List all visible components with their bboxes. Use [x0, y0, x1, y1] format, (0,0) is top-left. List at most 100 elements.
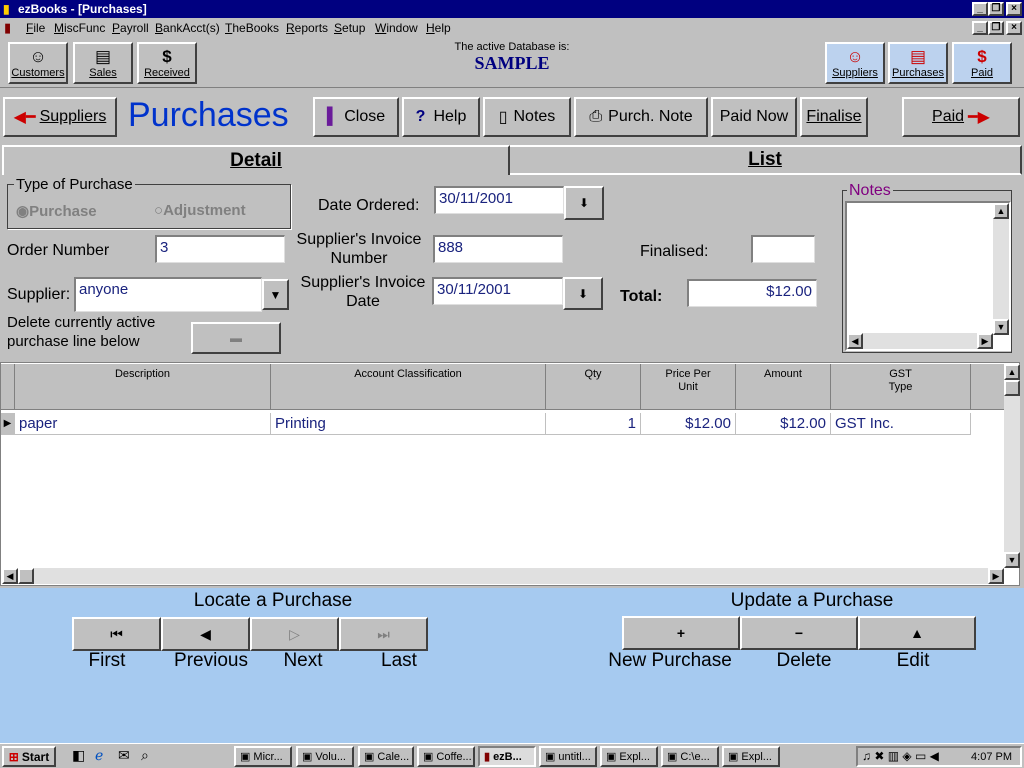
previous-record-button[interactable]: ◀ — [161, 617, 250, 651]
purchases-toolbar-button[interactable]: ▤ Purchases — [888, 42, 948, 84]
minimize-button[interactable]: _ — [972, 2, 988, 16]
supplier-invoice-date-field[interactable]: 30/11/2001 — [432, 277, 563, 305]
notes-textarea[interactable]: ▲ ▼ ◀ ▶ — [845, 201, 1011, 351]
cell-amount[interactable]: $12.00 — [736, 413, 831, 435]
app-icon: ▣ — [728, 751, 739, 763]
close-button[interactable]: ▌ Close — [313, 97, 399, 137]
close-window-button[interactable]: × — [1006, 2, 1022, 16]
supplier-label: Supplier: — [7, 286, 71, 303]
quicklaunch-outlook-icon[interactable]: ✉ — [118, 747, 130, 764]
supplier-field[interactable]: anyone — [74, 277, 262, 312]
tab-list[interactable]: List — [510, 145, 1022, 175]
menu-payroll[interactable]: Payroll — [112, 18, 149, 38]
scroll-thumb[interactable] — [1004, 380, 1020, 396]
next-record-button[interactable]: ▷ — [250, 617, 339, 651]
column-header-amount[interactable]: Amount — [736, 364, 831, 410]
menu-window[interactable]: Window — [375, 18, 418, 38]
suppliers-toolbar-button[interactable]: ☺ Suppliers — [825, 42, 885, 84]
notepad-icon: ▯ — [498, 109, 508, 126]
help-button[interactable]: ? Help — [402, 97, 480, 137]
last-record-button[interactable]: ⏭ — [339, 617, 428, 651]
purchase-radio[interactable]: ◉Purchase — [16, 202, 97, 220]
purchase-lines-grid: Description Account Classification Qty P… — [0, 362, 1020, 586]
menu-help[interactable]: Help — [426, 18, 451, 38]
grid-vscrollbar[interactable]: ▲ ▼ — [1004, 364, 1020, 568]
new-purchase-button[interactable]: + — [622, 616, 740, 650]
paid-toolbar-button[interactable]: $ Paid — [952, 42, 1012, 84]
grid-hscrollbar[interactable]: ◀ ▶ — [2, 568, 1004, 584]
cell-gst[interactable]: GST Inc. — [831, 413, 971, 435]
finalised-field[interactable] — [751, 235, 815, 263]
column-header-gst[interactable]: GST Type — [831, 364, 971, 410]
scroll-right-icon[interactable]: ▶ — [977, 333, 993, 349]
edit-purchase-button[interactable]: ▲ — [858, 616, 976, 650]
menu-miscfunc[interactable]: MiscFunc — [54, 18, 105, 38]
row-selector[interactable]: ▶ — [1, 413, 15, 435]
task-item[interactable]: ▣ untitl... — [539, 746, 597, 767]
column-header-account[interactable]: Account Classification — [271, 364, 546, 410]
cell-description[interactable]: paper — [15, 413, 271, 435]
scroll-right-icon[interactable]: ▶ — [988, 568, 1004, 584]
supplier-invoice-number-field[interactable]: 888 — [433, 235, 563, 263]
task-item[interactable]: ▣ Cale... — [358, 746, 414, 767]
paid-now-button[interactable]: Paid Now — [711, 97, 797, 137]
tab-detail[interactable]: Detail — [2, 145, 510, 175]
scroll-down-icon[interactable]: ▼ — [1004, 552, 1020, 568]
delete-line-button[interactable]: ▬ — [191, 322, 281, 354]
customers-toolbar-button[interactable]: ☺ Customers — [8, 42, 68, 84]
task-item[interactable]: ▣ Expl... — [722, 746, 780, 767]
delete-purchase-button[interactable]: − — [740, 616, 858, 650]
first-record-button[interactable]: ⏮ — [72, 617, 161, 651]
restore-button[interactable]: ❐ — [988, 2, 1004, 16]
received-toolbar-button[interactable]: $ Received — [137, 42, 197, 84]
task-item[interactable]: ▣ C:\e... — [661, 746, 719, 767]
child-close-button[interactable]: × — [1006, 21, 1022, 35]
cell-qty[interactable]: 1 — [546, 413, 641, 435]
column-header-price[interactable]: Price Per Unit — [641, 364, 736, 410]
scroll-left-icon[interactable]: ◀ — [847, 333, 863, 349]
app-icon: ▮ — [3, 2, 10, 16]
order-number-field[interactable]: 3 — [155, 235, 285, 263]
start-button[interactable]: ⊞ Start — [2, 746, 56, 767]
menu-thebooks[interactable]: TheBooks — [225, 18, 279, 38]
scroll-up-icon[interactable]: ▲ — [1004, 364, 1020, 380]
column-header-qty[interactable]: Qty — [546, 364, 641, 410]
child-restore-button[interactable]: ❐ — [988, 21, 1004, 35]
task-item[interactable]: ▣ Volu... — [296, 746, 354, 767]
notes-hscrollbar[interactable]: ◀ ▶ — [847, 333, 993, 349]
notes-button[interactable]: ▯ Notes — [483, 97, 571, 137]
task-item[interactable]: ▣ Micr... — [234, 746, 292, 767]
scroll-left-icon[interactable]: ◀ — [2, 568, 18, 584]
quicklaunch-desktop-icon[interactable]: ◧ — [72, 747, 85, 764]
notes-vscrollbar[interactable]: ▲ ▼ — [993, 203, 1009, 335]
cell-account[interactable]: Printing — [271, 413, 546, 435]
clock: 4:07 PM — [971, 751, 1012, 763]
sales-toolbar-button[interactable]: ▤ Sales — [73, 42, 133, 84]
menu-file[interactable]: File — [26, 18, 45, 38]
task-item-active[interactable]: ▮ ezB... — [478, 746, 536, 767]
tray-icons[interactable]: ♫ ✖ ▥ ◈ ▭ ◀ — [862, 749, 939, 763]
scroll-thumb[interactable] — [18, 568, 34, 584]
arrow-left-icon: ◀━ — [13, 109, 36, 126]
scroll-down-icon[interactable]: ▼ — [993, 319, 1009, 335]
scroll-up-icon[interactable]: ▲ — [993, 203, 1009, 219]
supplier-dropdown[interactable]: ▼ — [262, 279, 289, 310]
finalise-button[interactable]: Finalise — [800, 97, 868, 137]
child-minimize-button[interactable]: _ — [972, 21, 988, 35]
task-item[interactable]: ▣ Coffe... — [417, 746, 475, 767]
menu-bankaccts[interactable]: BankAcct(s) — [155, 18, 220, 38]
back-suppliers-button[interactable]: ◀━ Suppliers — [3, 97, 117, 137]
cell-price[interactable]: $12.00 — [641, 413, 736, 435]
invoice-date-dropdown[interactable]: ⬇ — [563, 277, 603, 310]
quicklaunch-ie-icon[interactable]: ℯ — [95, 747, 103, 764]
quicklaunch-search-icon[interactable]: ⌕ — [141, 747, 149, 764]
date-ordered-field[interactable]: 30/11/2001 — [434, 186, 564, 214]
date-ordered-dropdown[interactable]: ⬇ — [564, 186, 604, 220]
task-item[interactable]: ▣ Expl... — [600, 746, 658, 767]
adjustment-radio[interactable]: ○Adjustment — [154, 202, 246, 219]
menu-reports[interactable]: Reports — [286, 18, 328, 38]
forward-paid-button[interactable]: Paid ━▶ — [902, 97, 1020, 137]
purch-note-button[interactable]: ⎙ Purch. Note — [574, 97, 708, 137]
column-header-description[interactable]: Description — [15, 364, 271, 410]
menu-setup[interactable]: Setup — [334, 18, 365, 38]
